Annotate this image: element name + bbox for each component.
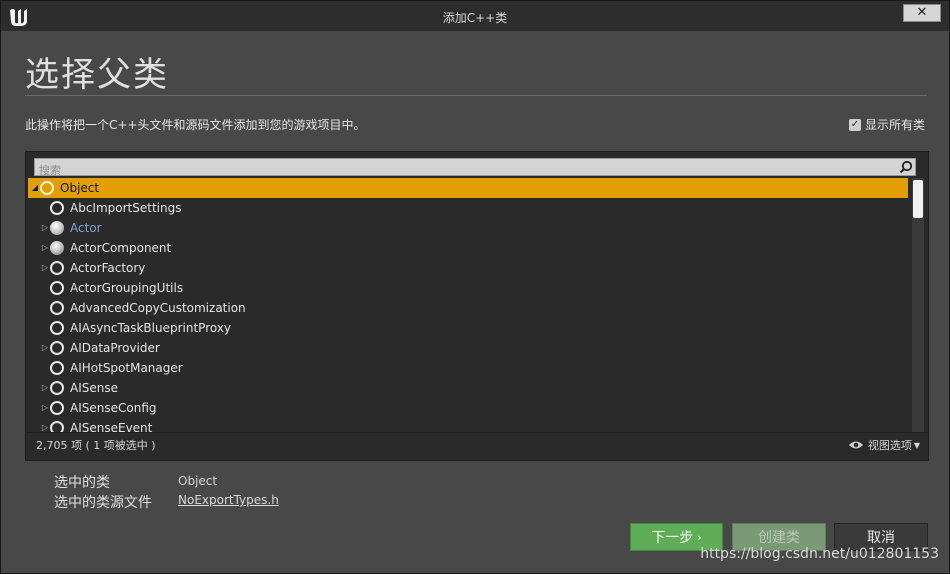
next-button-label: 下一步 [651, 530, 694, 546]
caret-down-icon: ▼ [913, 440, 920, 450]
class-list-item-label: AIHotSpotManager [70, 361, 183, 375]
class-list-item[interactable]: AIAsyncTaskBlueprintProxy [28, 318, 908, 338]
class-ring-icon [50, 341, 64, 355]
cancel-button-label: 取消 [867, 530, 895, 546]
dialog-window: 添加C++类 ✕ 选择父类 此操作将把一个C++头文件和源码文件添加到您的游戏项… [0, 0, 950, 574]
title-bar[interactable]: 添加C++类 ✕ [1, 1, 949, 31]
expand-arrow-closed-icon[interactable]: ▷ [40, 223, 50, 233]
class-ring-icon [50, 321, 64, 335]
class-tree-list: ◢ Object AbcImportSettings ▷ Actor ▷ ActorComp… [28, 178, 908, 432]
class-list-item[interactable]: ▷ AISense [28, 378, 908, 398]
class-picker-panel: ◢ Object AbcImportSettings ▷ Actor ▷ ActorComp… [25, 151, 929, 461]
class-ring-icon [50, 301, 64, 315]
expand-arrow-closed-icon[interactable]: ▷ [40, 383, 50, 393]
show-all-classes-label: 显示所有类 [864, 118, 925, 132]
class-list-item[interactable]: ▷ ActorFactory [28, 258, 908, 278]
title-divider [25, 95, 927, 96]
class-list-item[interactable]: AbcImportSettings [28, 198, 908, 218]
selected-class-value: Object [178, 474, 218, 488]
selected-source-link[interactable]: NoExportTypes.h [178, 493, 279, 507]
class-ring-icon [50, 401, 64, 415]
list-footer-divider [26, 432, 928, 433]
window-title: 添加C++类 [442, 11, 508, 25]
page-title: 选择父类 [25, 55, 169, 95]
class-list-item[interactable]: ▷ ActorComponent [28, 238, 908, 258]
class-list-item[interactable]: ◢ Object [28, 178, 908, 198]
actor-sphere-icon [50, 221, 64, 235]
class-ring-icon [40, 181, 54, 195]
class-list-item-label: AIDataProvider [70, 341, 160, 355]
component-icon [50, 241, 64, 255]
expand-arrow-closed-icon[interactable]: ▷ [40, 243, 50, 253]
expand-arrow-closed-icon[interactable]: ▷ [40, 403, 50, 413]
class-list-item-label: AbcImportSettings [70, 201, 182, 215]
class-list-item-label: ActorGroupingUtils [70, 281, 184, 295]
class-list-item-label: Actor [70, 221, 102, 235]
class-list-item-label: AISenseConfig [70, 401, 157, 415]
chevron-right-icon: › [697, 530, 702, 544]
class-list-item-label: AIAsyncTaskBlueprintProxy [70, 321, 232, 335]
expand-arrow-closed-icon[interactable]: ▷ [40, 423, 50, 432]
class-ring-icon [50, 421, 64, 432]
checkbox-checked-icon[interactable]: ✓ [848, 118, 861, 131]
class-list-item-label: ActorFactory [70, 261, 146, 275]
expand-arrow-closed-icon[interactable]: ▷ [40, 343, 50, 353]
class-list-item[interactable]: ▷ AISenseEvent [28, 418, 908, 432]
close-button[interactable]: ✕ [903, 4, 941, 22]
class-list-item[interactable]: ▷ Actor [28, 218, 908, 238]
expand-arrow-closed-icon[interactable]: ▷ [40, 263, 50, 273]
search-input[interactable] [35, 162, 893, 179]
class-ring-icon [50, 381, 64, 395]
class-list-item-label: ActorComponent [70, 241, 172, 255]
search-icon[interactable] [899, 160, 913, 174]
class-list-item[interactable]: ActorGroupingUtils [28, 278, 908, 298]
class-list-item-label: AISenseEvent [70, 421, 153, 432]
selected-class-label: 选中的类 [54, 475, 110, 491]
class-list-item-label: AdvancedCopyCustomization [70, 301, 246, 315]
class-list-item-label: AISense [70, 381, 118, 395]
eye-icon [848, 441, 863, 449]
class-ring-icon [50, 261, 64, 275]
search-box[interactable] [34, 158, 916, 179]
class-ring-icon [50, 281, 64, 295]
class-list-item[interactable]: ▷ AIDataProvider [28, 338, 908, 358]
class-list-item-label: Object [60, 181, 100, 195]
selected-source-label: 选中的类源文件 [54, 495, 152, 511]
show-all-classes-toggle[interactable]: ✓ 显示所有类 [848, 116, 925, 133]
item-count: 2,705 项 ( 1 项被选中 ) [36, 439, 156, 452]
class-ring-icon [50, 201, 64, 215]
class-ring-icon [50, 361, 64, 375]
description-text: 此操作将把一个C++头文件和源码文件添加到您的游戏项目中。 [25, 118, 366, 132]
view-options-button[interactable]: 视图选项 ▼ [848, 437, 920, 453]
scrollbar-thumb[interactable] [913, 180, 923, 218]
expand-arrow-open-icon[interactable]: ◢ [30, 183, 40, 193]
watermark-text: https://blog.csdn.net/u012801153 [700, 546, 939, 562]
class-list-item[interactable]: ▷ AISenseConfig [28, 398, 908, 418]
view-options-label: 视图选项 [867, 439, 912, 452]
create-class-button-label: 创建类 [758, 530, 800, 546]
class-list-item[interactable]: AIHotSpotManager [28, 358, 908, 378]
class-list-item[interactable]: AdvancedCopyCustomization [28, 298, 908, 318]
